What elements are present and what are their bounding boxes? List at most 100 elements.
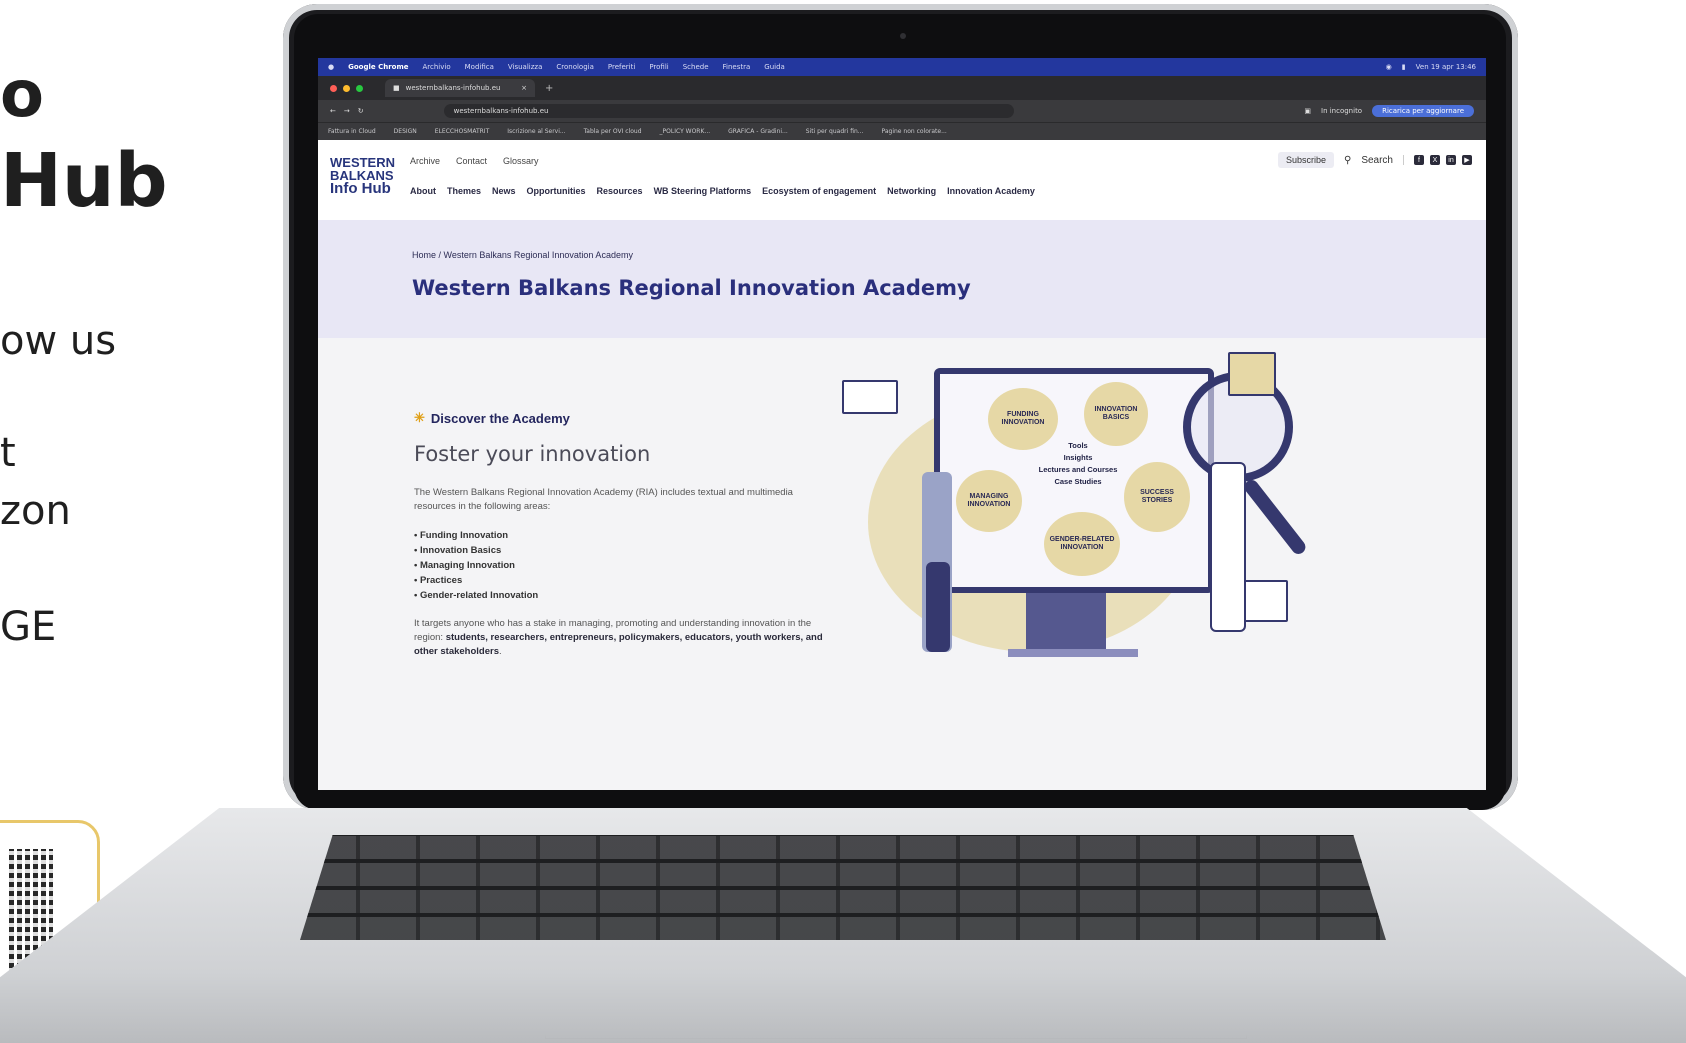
man-legs <box>926 562 950 652</box>
new-tab-icon[interactable]: + <box>545 83 553 94</box>
linkedin-icon[interactable]: in <box>1446 155 1456 165</box>
menubar-item[interactable]: Guida <box>764 63 785 71</box>
slide-text-line: zon <box>0 488 71 534</box>
favicon-icon: ■ <box>393 84 400 92</box>
blob-gender: GENDER-RELATED INNOVATION <box>1044 512 1120 576</box>
keyboard-rows <box>300 835 1386 940</box>
browser-tabbar: ■ westernbalkans-infohub.eu × + <box>318 76 1486 100</box>
target-paragraph: It targets anyone who has a stake in man… <box>414 617 834 659</box>
center-label: Case Studies <box>1054 477 1102 486</box>
wifi-icon[interactable]: ◉ <box>1386 63 1392 71</box>
x-icon[interactable]: X <box>1430 155 1440 165</box>
chart-card-icon <box>1228 352 1276 396</box>
menubar-item[interactable]: Cronologia <box>556 63 594 71</box>
search-icon[interactable]: ⚲ <box>1344 155 1351 166</box>
reload-icon[interactable]: ↻ <box>358 107 364 115</box>
menubar-clock[interactable]: Ven 19 apr 13:46 <box>1416 63 1476 71</box>
main-nav: About Themes News Opportunities Resource… <box>410 186 1035 196</box>
nav-about[interactable]: About <box>410 186 436 196</box>
nav-ecosystem[interactable]: Ecosystem of engagement <box>762 186 876 196</box>
sparkle-icon: ✳ <box>414 410 425 425</box>
list-item: Gender-related Innovation <box>414 588 834 603</box>
bookmarks-bar: Fattura in Cloud DESIGN ELECCHOSMATRIT I… <box>318 122 1486 140</box>
bookmark-item[interactable]: ELECCHOSMATRIT <box>435 128 489 135</box>
bookmark-item[interactable]: Siti per quadri fin... <box>806 128 864 135</box>
nav-opportunities[interactable]: Opportunities <box>527 186 586 196</box>
top-links: Archive Contact Glossary <box>410 156 539 166</box>
slide-text-line: GE <box>0 604 57 650</box>
menubar-item[interactable]: Schede <box>683 63 709 71</box>
section-heading: Foster your innovation <box>414 442 651 466</box>
battery-icon[interactable]: ▮ <box>1402 63 1406 71</box>
bookmark-item[interactable]: Pagine non colorate... <box>882 128 947 135</box>
url-text: westernbalkans-infohub.eu <box>453 107 549 115</box>
minimize-window-icon[interactable] <box>343 84 350 92</box>
trackpad <box>545 938 1247 1039</box>
section-eyebrow: ✳ Discover the Academy <box>414 410 834 426</box>
reload-update-button[interactable]: Ricarica per aggiornare <box>1372 105 1474 117</box>
close-tab-icon[interactable]: × <box>521 84 527 92</box>
forward-icon[interactable]: → <box>344 107 350 115</box>
intro-paragraph: The Western Balkans Regional Innovation … <box>414 487 793 512</box>
nav-wb-steering-platforms[interactable]: WB Steering Platforms <box>654 186 752 196</box>
window-card-icon <box>842 380 898 414</box>
bookmark-item[interactable]: Iscrizione al Servi... <box>507 128 565 135</box>
center-label: Insights <box>1063 453 1093 462</box>
menubar-item[interactable]: Modifica <box>465 63 494 71</box>
apple-icon[interactable]: ● <box>328 63 334 71</box>
bookmark-item[interactable]: GRAFICA - Gradini... <box>728 128 788 135</box>
top-link-archive[interactable]: Archive <box>410 156 440 166</box>
extension-icon[interactable]: ▣ <box>1304 107 1311 115</box>
menubar-item[interactable]: Profili <box>649 63 668 71</box>
facebook-icon[interactable]: f <box>1414 155 1424 165</box>
discover-label: Discover the Academy <box>430 410 570 426</box>
bookmark-item[interactable]: Tabla per OVI cloud <box>584 128 642 135</box>
page-title: Western Balkans Regional Innovation Acad… <box>412 276 971 300</box>
list-item: Managing Innovation <box>414 558 834 573</box>
bookmark-item[interactable]: Fattura in Cloud <box>328 128 376 135</box>
bookmark-item[interactable]: DESIGN <box>394 128 417 135</box>
top-link-contact[interactable]: Contact <box>456 156 487 166</box>
menubar-item[interactable]: Finestra <box>723 63 751 71</box>
header-actions: Subscribe ⚲ Search f X in ▶ <box>1277 152 1472 168</box>
nav-news[interactable]: News <box>492 186 516 196</box>
nav-innovation-academy[interactable]: Innovation Academy <box>947 186 1035 196</box>
nav-themes[interactable]: Themes <box>447 186 481 196</box>
list-item: Funding Innovation <box>414 528 834 543</box>
menubar-app-name[interactable]: Google Chrome <box>348 63 408 71</box>
monitor-stand <box>1026 593 1106 649</box>
menubar-item[interactable]: Preferiti <box>608 63 635 71</box>
menubar-item[interactable]: Archivio <box>423 63 451 71</box>
logo-line: Info Hub <box>330 180 391 197</box>
breadcrumb[interactable]: Home / Western Balkans Regional Innovati… <box>412 250 633 260</box>
youtube-icon[interactable]: ▶ <box>1462 155 1472 165</box>
center-label: Tools <box>1068 441 1088 450</box>
blob-basics: INNOVATION BASICS <box>1084 382 1148 446</box>
nav-networking[interactable]: Networking <box>887 186 936 196</box>
tab-title: westernbalkans-infohub.eu <box>405 84 501 92</box>
slide-title-hub: Hub <box>0 138 168 224</box>
nav-resources[interactable]: Resources <box>597 186 643 196</box>
close-window-icon[interactable] <box>330 84 337 92</box>
back-icon[interactable]: ← <box>330 107 336 115</box>
subscribe-button[interactable]: Subscribe <box>1277 152 1334 168</box>
search-link[interactable]: Search <box>1361 155 1393 166</box>
mac-menubar: ● Google Chrome Archivio Modifica Visual… <box>318 58 1486 76</box>
menubar-item[interactable]: Visualizza <box>508 63 542 71</box>
blob-managing: MANAGING INNOVATION <box>956 470 1022 532</box>
website: WESTERN BALKANS Info Hub Archive Contact… <box>318 140 1486 790</box>
list-item: Practices <box>414 573 834 588</box>
academy-illustration: FUNDING INNOVATION INNOVATION BASICS MAN… <box>838 352 1309 662</box>
profile-card-icon <box>1244 580 1288 622</box>
site-logo[interactable]: WESTERN BALKANS Info Hub <box>330 156 395 197</box>
social-links: f X in ▶ <box>1403 155 1472 165</box>
incognito-label[interactable]: In incognito <box>1321 107 1362 115</box>
maximize-window-icon[interactable] <box>356 84 363 92</box>
bookmark-item[interactable]: _POLICY WORK... <box>660 128 711 135</box>
center-label: Lectures and Courses <box>1038 465 1118 474</box>
browser-tab[interactable]: ■ westernbalkans-infohub.eu × <box>385 79 535 97</box>
address-bar[interactable]: westernbalkans-infohub.eu <box>443 104 1014 118</box>
top-link-glossary[interactable]: Glossary <box>503 156 539 166</box>
browser-toolbar: ← → ↻ westernbalkans-infohub.eu ▣ In inc… <box>318 100 1486 122</box>
areas-list: Funding Innovation Innovation Basics Man… <box>414 528 834 603</box>
